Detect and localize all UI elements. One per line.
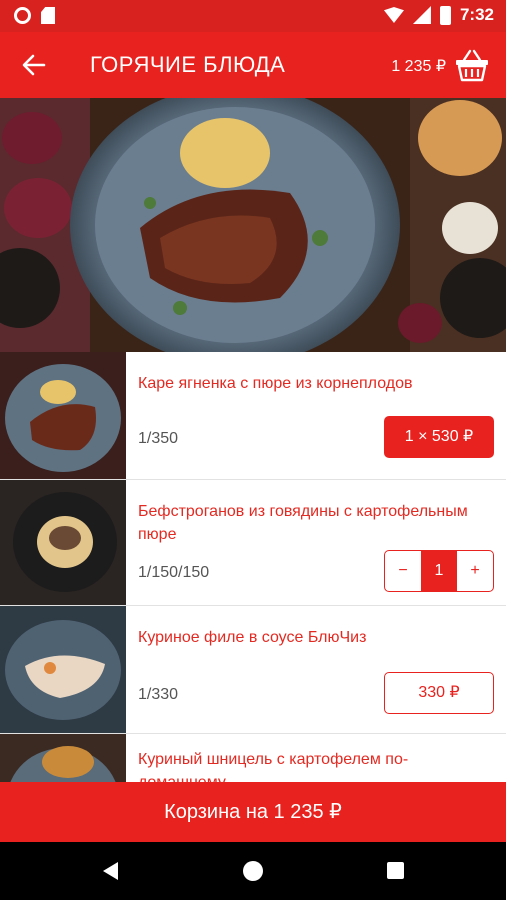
list-item[interactable]: Куриное филе в соусе БлюЧиз 1/330 330 ₽: [0, 606, 506, 734]
dish-weight: 1/350: [138, 430, 179, 447]
dish-weight: 1/150/150: [138, 564, 210, 581]
app-bar: ГОРЯЧИЕ БЛЮДА 1 235 ₽: [0, 32, 506, 98]
battery-icon: [439, 5, 451, 25]
page-title: ГОРЯЧИЕ БЛЮДА: [90, 52, 286, 77]
list-item[interactable]: Каре ягненка с пюре из корнеплодов 1/350…: [0, 352, 506, 480]
dish-thumbnail: [0, 352, 126, 479]
sd-card-icon: [41, 7, 55, 24]
cart-total[interactable]: 1 235 ₽: [391, 56, 446, 76]
status-bar: 7:32: [0, 0, 506, 32]
nav-recents-icon[interactable]: [387, 862, 404, 879]
dish-thumbnail: [0, 480, 126, 605]
dish-name[interactable]: Куриный шницель с картофелем по-домашнем…: [138, 748, 488, 782]
status-time: 7:32: [459, 5, 494, 24]
nav-home-icon[interactable]: [243, 861, 263, 881]
wifi-icon: [383, 7, 404, 23]
list-item[interactable]: Бефстроганов из говядины с картофельным …: [0, 480, 506, 606]
notification-icon: [14, 7, 31, 24]
quantity-stepper[interactable]: − 1 +: [384, 550, 494, 592]
dish-name[interactable]: Куриное филе в соусе БлюЧиз: [138, 626, 488, 649]
dish-list[interactable]: Каре ягненка с пюре из корнеплодов 1/350…: [0, 352, 506, 782]
add-to-cart-button[interactable]: 330 ₽: [384, 672, 494, 714]
quantity-value: 1: [421, 551, 457, 591]
decrease-button[interactable]: −: [385, 551, 421, 591]
dish-thumbnail: [0, 606, 126, 733]
dish-name[interactable]: Бефстроганов из говядины с картофельным …: [138, 500, 488, 546]
dish-weight: 1/330: [138, 686, 179, 703]
dish-name[interactable]: Каре ягненка с пюре из корнеплодов: [138, 372, 488, 395]
basket-icon[interactable]: [454, 48, 490, 82]
signal-icon: [412, 6, 431, 24]
list-item[interactable]: Куриный шницель с картофелем по-домашнем…: [0, 734, 506, 782]
hero-dish-image: [0, 98, 506, 352]
add-to-cart-button[interactable]: 1 × 530 ₽: [384, 416, 494, 458]
cart-button[interactable]: Корзина на 1 235 ₽: [0, 782, 506, 842]
dish-thumbnail: [0, 734, 126, 782]
back-arrow-icon[interactable]: [18, 49, 50, 81]
increase-button[interactable]: +: [457, 551, 493, 591]
nav-back-icon[interactable]: [103, 862, 118, 880]
system-nav-bar: [0, 842, 506, 900]
